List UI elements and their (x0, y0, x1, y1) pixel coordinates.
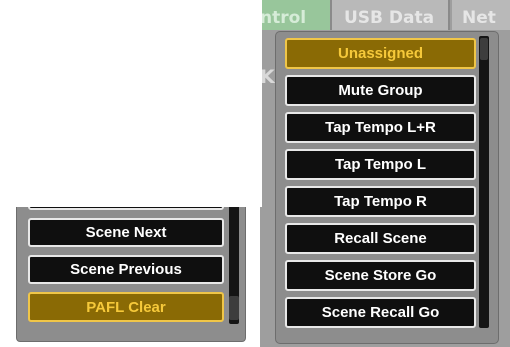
dropdown-item-scene-recall-go[interactable]: Scene Recall Go (285, 297, 476, 328)
tab-network[interactable]: Net (452, 0, 510, 30)
dropdown-item-unassigned[interactable]: Unassigned (285, 38, 476, 69)
list-item-scene-previous[interactable]: Scene Previous (28, 255, 224, 284)
list-item-scene-next[interactable]: Scene Next (28, 218, 224, 247)
dropdown-item-scene-store-go[interactable]: Scene Store Go (285, 260, 476, 291)
dropdown-item-tap-tempo-lr[interactable]: Tap Tempo L+R (285, 112, 476, 143)
dropdown-item-tap-tempo-l[interactable]: Tap Tempo L (285, 149, 476, 180)
list-item-pafl-clear[interactable]: PAFL Clear (28, 292, 224, 322)
dropdown-item-tap-tempo-r[interactable]: Tap Tempo R (285, 186, 476, 217)
dropdown-item-recall-scene[interactable]: Recall Scene (285, 223, 476, 254)
blank-area (0, 0, 262, 207)
dropdown-scroll-thumb[interactable] (480, 38, 488, 60)
dropdown-scrollbar[interactable] (479, 36, 489, 328)
dropdown-item-mute-group[interactable]: Mute Group (285, 75, 476, 106)
tab-control[interactable]: ntrol (260, 0, 332, 30)
left-list-scroll-thumb[interactable] (229, 296, 239, 320)
tab-usb-data[interactable]: USB Data (332, 0, 450, 30)
background-tab-bar: ntrol USB Data Net (260, 0, 510, 30)
